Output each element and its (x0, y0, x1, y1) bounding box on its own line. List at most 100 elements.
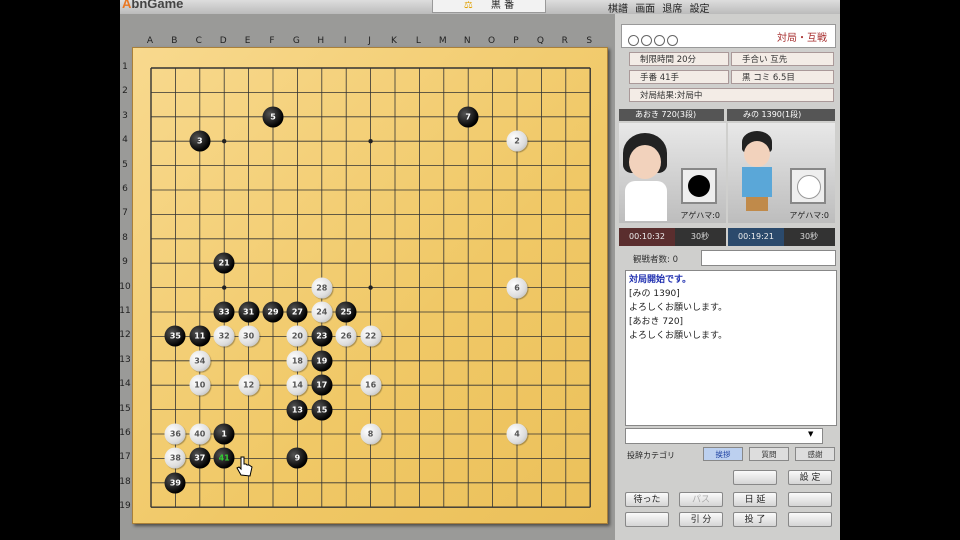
column-label: A (146, 36, 154, 46)
black-stone: 35 (164, 325, 186, 347)
white-stone: 10 (189, 374, 211, 396)
rule-header: 対局・互戦 (621, 24, 836, 48)
column-label: I (343, 36, 347, 46)
row-label: 14 (120, 379, 131, 390)
column-label: O (488, 36, 496, 46)
black-stone: 37 (189, 447, 211, 469)
row-label: 19 (120, 501, 131, 512)
white-timer: 00:19:21 30秒 (728, 228, 835, 246)
spectator-dropdown[interactable] (701, 250, 836, 266)
column-label: B (171, 36, 178, 46)
white-stone: 32 (213, 325, 235, 347)
column-label: M (438, 36, 447, 46)
black-stone: 3 (189, 130, 211, 152)
column-label: R (561, 36, 568, 46)
game-title-tab[interactable]: ⚖ 黒 番 (432, 0, 546, 13)
column-label: S (586, 36, 593, 46)
scale-icon: ⚖ (463, 0, 473, 11)
chat-line: よろしくお願いします。 (629, 331, 728, 341)
spectator-count: 観戦者数: 0 (633, 255, 678, 265)
go-board[interactable]: 5 7 3 2 21 28 6 33 31 29 27 24 25 35 11 32 30 20 23 26 22 34 1… (132, 47, 608, 524)
category-greeting[interactable]: 挨拶 (703, 447, 743, 461)
row-label: 7 (122, 208, 128, 219)
white-stone: 30 (238, 325, 260, 347)
column-label: N (463, 36, 471, 46)
row-label: 1 (122, 62, 128, 72)
white-stone: 12 (238, 374, 260, 396)
row-label: 17 (120, 452, 131, 463)
black-stone: 11 (189, 325, 211, 347)
stone-dots-icon (628, 31, 680, 50)
black-stone: 23 (311, 325, 333, 347)
black-stone-bowl-icon (681, 168, 717, 204)
disabled-button[interactable] (733, 470, 777, 485)
time-limit: 制限時間 20分 (629, 52, 729, 66)
side-panel: 対局・互戦 制限時間 20分 手合い 互先 手番 41手 黒 コミ 6.5目 対… (615, 14, 840, 540)
pass-button[interactable]: パス (679, 492, 723, 507)
row-label: 10 (120, 281, 131, 292)
row-label: 11 (120, 306, 131, 316)
undo-request-button[interactable]: 待った (625, 492, 669, 507)
white-stone: 16 (360, 374, 382, 396)
row-label: 6 (122, 184, 128, 194)
white-stone: 28 (311, 277, 333, 299)
row-label: 12 (120, 330, 131, 341)
white-stone: 6 (506, 277, 528, 299)
disabled-button[interactable] (788, 512, 832, 527)
chat-line: [あおき 720] (629, 317, 684, 327)
black-stone: 31 (238, 301, 260, 323)
category-label: 投辞カテゴリ (627, 451, 675, 460)
adjourn-button[interactable]: 日 延 (733, 492, 777, 507)
black-stone: 7 (457, 106, 479, 128)
chevron-down-icon[interactable]: ▼ (808, 430, 813, 438)
black-stone: 1 (213, 423, 235, 445)
column-label: C (195, 36, 202, 46)
black-stone: 5 (262, 106, 284, 128)
remark-button[interactable] (788, 492, 832, 507)
category-question[interactable]: 質問 (749, 447, 789, 461)
black-stone: 19 (311, 350, 333, 372)
white-stone: 40 (189, 423, 211, 445)
row-label: 3 (122, 110, 128, 121)
column-label: H (317, 36, 325, 46)
category-thanks[interactable]: 感謝 (795, 447, 835, 461)
black-stone: 25 (335, 301, 357, 323)
hand-cursor-icon (236, 456, 253, 477)
black-stone: 29 (262, 301, 284, 323)
white-stone: 2 (506, 130, 528, 152)
black-stone: 13 (286, 399, 308, 421)
row-label: 15 (120, 403, 131, 414)
chat-line: よろしくお願いします。 (629, 303, 728, 313)
move-count: 手番 41手 (629, 70, 729, 84)
black-stone: 17 (311, 374, 333, 396)
black-player-avatar-box: アゲハマ:0 (619, 123, 726, 223)
draw-button[interactable]: 引 分 (679, 512, 723, 527)
white-stone: 20 (286, 325, 308, 347)
resign-button[interactable]: 投 了 (733, 512, 777, 527)
column-label: D (219, 36, 227, 46)
white-stone: 38 (164, 447, 186, 469)
column-label: Q (536, 36, 544, 46)
black-stone: 33 (213, 301, 235, 323)
row-label: 18 (120, 476, 131, 487)
row-label: 5 (122, 159, 128, 170)
chat-line: [みの 1390] (629, 289, 680, 299)
white-stone: 36 (164, 423, 186, 445)
row-label: 4 (122, 135, 128, 146)
title-bar: AbnGame ⚖ 黒 番 棋譜 画面 退席 設定 (120, 0, 840, 15)
disabled-button[interactable] (625, 512, 669, 527)
white-player-name: みの 1390(1段) (727, 109, 835, 121)
white-stone: 34 (189, 350, 211, 372)
row-label: 2 (122, 86, 128, 97)
row-label: 8 (122, 232, 128, 243)
chat-input[interactable] (625, 428, 823, 444)
black-timer: 00:10:32 30秒 (619, 228, 726, 246)
app-window: AbnGame ⚖ 黒 番 棋譜 画面 退席 設定 A B C D E F G H I J K L M N O… (120, 0, 840, 540)
chat-log[interactable]: 対局開始です。 [みの 1390] よろしくお願いします。 [あおき 720] … (625, 270, 837, 426)
white-captures: アゲハマ:0 (789, 211, 829, 220)
black-captures: アゲハマ:0 (680, 211, 720, 220)
komi: 黒 コミ 6.5目 (731, 70, 834, 84)
white-stone: 22 (360, 325, 382, 347)
black-stone: 15 (311, 399, 333, 421)
settings-button[interactable]: 設 定 (788, 470, 832, 485)
